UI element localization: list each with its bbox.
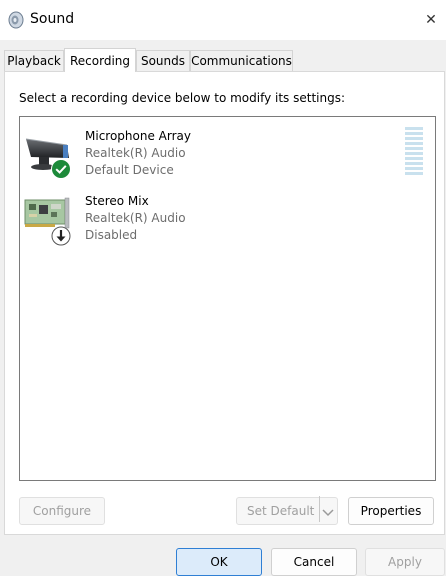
close-button[interactable]: ✕ xyxy=(416,0,446,40)
properties-button[interactable]: Properties xyxy=(348,497,434,525)
device-status: Default Device xyxy=(85,163,174,177)
level-meter-segment xyxy=(405,167,423,170)
device-item-stereo-mix[interactable]: Stereo Mix Realtek(R) Audio Disabled xyxy=(20,194,400,252)
chevron-down-icon[interactable] xyxy=(322,506,334,517)
device-driver: Realtek(R) Audio xyxy=(85,146,186,160)
title-bar: Sound ✕ xyxy=(0,0,446,40)
device-item-microphone-array[interactable]: Microphone Array Realtek(R) Audio Defaul… xyxy=(20,129,400,187)
window-title: Sound xyxy=(30,11,75,27)
instruction-text: Select a recording device below to modif… xyxy=(19,91,346,105)
level-meter-segment xyxy=(405,152,423,155)
level-meter-segment xyxy=(405,147,423,150)
set-default-separator xyxy=(319,496,320,522)
device-driver: Realtek(R) Audio xyxy=(85,211,186,225)
microphone-array-icon xyxy=(23,131,77,185)
disabled-arrow-badge xyxy=(51,226,71,249)
close-icon: ✕ xyxy=(425,12,437,28)
configure-button[interactable]: Configure xyxy=(19,497,105,525)
level-meter-segment xyxy=(405,157,423,160)
recording-panel: Select a recording device below to modif… xyxy=(4,71,445,535)
level-meter-segment xyxy=(405,172,423,175)
level-meter-segment xyxy=(405,127,423,130)
default-check-badge xyxy=(51,159,71,182)
level-meter-segment xyxy=(405,142,423,145)
cancel-button[interactable]: Cancel xyxy=(271,548,357,576)
apply-button[interactable]: Apply xyxy=(365,548,445,576)
device-name: Stereo Mix xyxy=(85,194,149,208)
tab-recording[interactable]: Recording xyxy=(64,48,136,72)
sound-card-icon xyxy=(23,196,77,250)
tab-sounds[interactable]: Sounds xyxy=(136,50,190,71)
device-name: Microphone Array xyxy=(85,129,191,143)
ok-button[interactable]: OK xyxy=(176,548,262,576)
level-meter-segment xyxy=(405,162,423,165)
level-meter-segment xyxy=(405,132,423,135)
device-list[interactable]: Microphone Array Realtek(R) Audio Defaul… xyxy=(19,116,436,481)
level-meter xyxy=(405,127,423,177)
device-status: Disabled xyxy=(85,228,138,242)
tab-communications[interactable]: Communications xyxy=(190,50,293,71)
speaker-icon xyxy=(7,11,25,29)
tab-playback[interactable]: Playback xyxy=(4,50,64,71)
level-meter-segment xyxy=(405,137,423,140)
